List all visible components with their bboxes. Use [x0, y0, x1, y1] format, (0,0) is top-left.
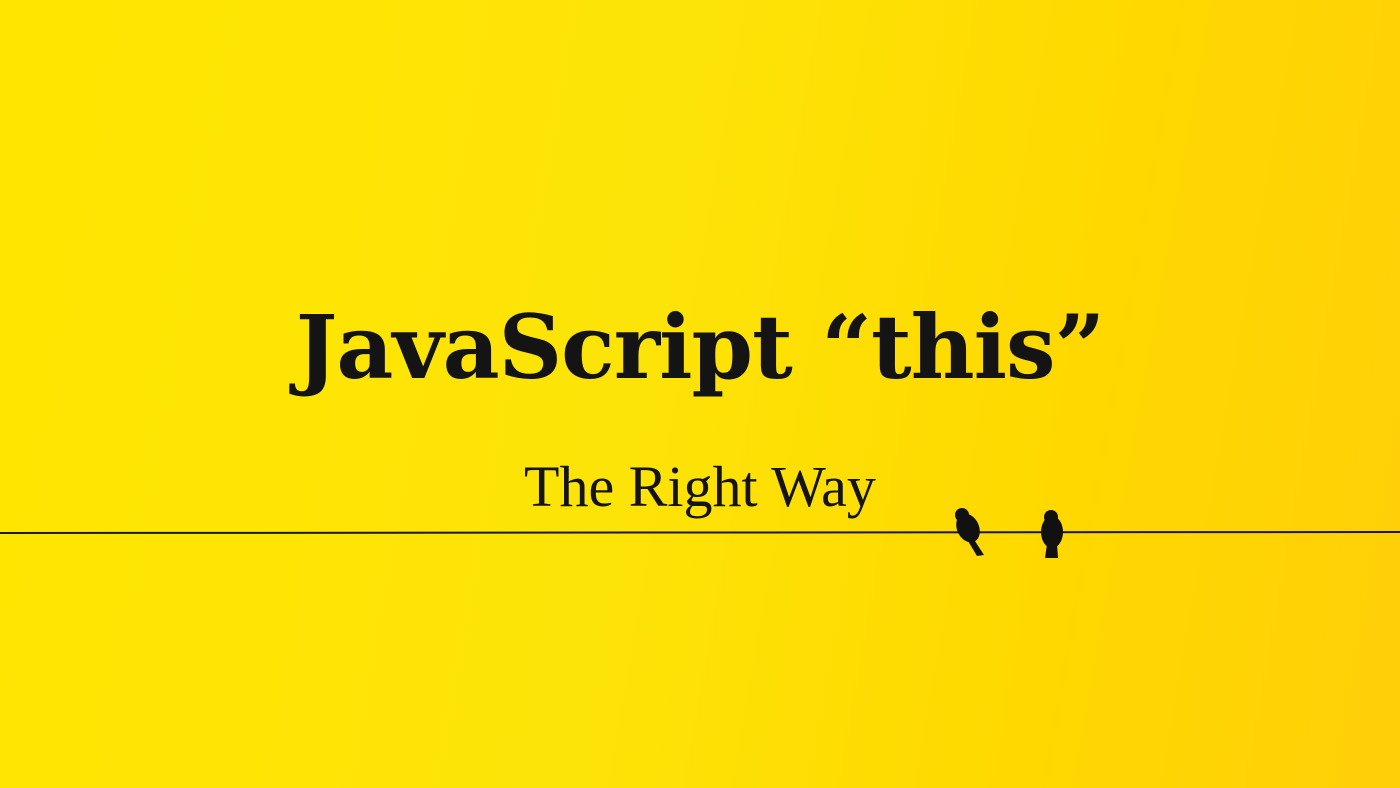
wire-with-birds-illustration — [0, 508, 1400, 558]
wire-line — [0, 531, 1400, 534]
bird-right-icon — [1041, 510, 1063, 558]
